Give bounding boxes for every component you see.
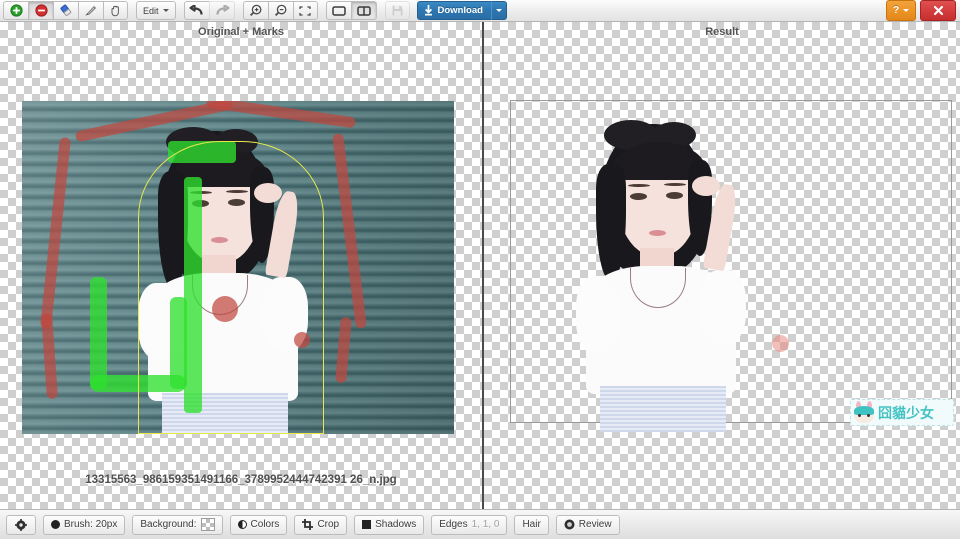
pen-tool[interactable] — [78, 1, 103, 20]
brush-label: Brush: 20px — [64, 519, 118, 530]
save-button[interactable] — [384, 1, 410, 20]
panel-divider[interactable] — [482, 22, 484, 509]
result-cutout — [558, 120, 764, 435]
zoom-in-button[interactable] — [242, 1, 268, 20]
filename-label: 13315563_986159351491166_378995244474239… — [85, 474, 397, 486]
edges-button[interactable]: Edges 1, 1, 0 — [431, 514, 508, 535]
foreground-mark-stroke — [90, 277, 107, 389]
undo-button[interactable] — [183, 1, 209, 20]
colors-label: Colors — [250, 519, 280, 530]
pan-tool[interactable] — [103, 1, 128, 20]
download-label: Download — [437, 5, 483, 16]
gear-icon — [15, 518, 27, 531]
chevron-down-icon — [903, 9, 910, 12]
person-figure-cutout — [560, 120, 760, 435]
shadows-label: Shadows — [375, 519, 417, 530]
top-toolbar: Edit Download ? — [0, 0, 960, 22]
original-panel-title: Original + Marks — [198, 26, 284, 38]
eraser-tool[interactable] — [53, 1, 78, 20]
shadows-button[interactable]: Shadows — [354, 514, 425, 535]
split-pane-button[interactable] — [350, 1, 377, 20]
background-label: Background: — [140, 519, 197, 530]
tool-group-edit: Edit — [136, 1, 176, 21]
result-panel[interactable]: Result 囧貓少女 — [484, 22, 960, 509]
colors-button[interactable]: Colors — [229, 514, 288, 535]
fit-to-screen-button[interactable] — [292, 1, 318, 20]
background-button[interactable]: Background: — [132, 514, 223, 535]
download-options-button[interactable] — [490, 1, 507, 20]
watermark-text: 囧貓少女 — [878, 404, 934, 421]
hair-label: Hair — [522, 519, 541, 530]
residual-red-dot — [772, 335, 789, 352]
chevron-down-icon — [162, 9, 169, 12]
redo-button[interactable] — [208, 1, 235, 20]
tool-group-layout — [325, 1, 377, 21]
tool-group-save — [384, 1, 410, 21]
edit-menu-button[interactable]: Edit — [136, 1, 176, 20]
zoom-out-button[interactable] — [267, 1, 293, 20]
settings-button[interactable] — [6, 514, 36, 535]
crop-icon — [302, 519, 314, 530]
brush-dot-icon — [51, 520, 60, 529]
download-arrow-icon — [424, 5, 432, 16]
original-image[interactable] — [22, 101, 454, 434]
brush-size-button[interactable]: Brush: 20px — [43, 514, 126, 535]
tool-group-paint — [3, 1, 128, 21]
selection-outline — [138, 141, 324, 434]
crop-label: Crop — [317, 519, 340, 530]
remove-background-tool[interactable] — [28, 1, 53, 20]
crop-button[interactable]: Crop — [294, 514, 348, 535]
background-swatch[interactable] — [200, 518, 215, 531]
add-foreground-tool[interactable] — [3, 1, 28, 20]
result-panel-title: Result — [705, 26, 739, 38]
shadow-square-icon — [362, 520, 372, 529]
watermark-badge: 囧貓少女 — [850, 399, 954, 426]
edges-values: 1, 1, 0 — [471, 519, 500, 530]
help-label: ? — [892, 5, 900, 16]
single-pane-button[interactable] — [325, 1, 351, 20]
close-button[interactable] — [920, 0, 956, 21]
download-button[interactable]: Download — [416, 1, 491, 20]
contrast-circle-icon — [237, 520, 247, 529]
tool-group-history — [183, 1, 235, 21]
edit-menu-label: Edit — [143, 5, 159, 16]
close-icon — [933, 5, 943, 16]
mascot-avatar-icon — [853, 401, 875, 424]
tool-group-zoom — [242, 1, 318, 21]
chevron-down-icon — [495, 9, 502, 12]
edges-label: Edges — [439, 519, 468, 530]
review-button[interactable]: Review — [555, 514, 620, 535]
original-panel[interactable]: Original + Marks 13315563_98615935149116… — [0, 22, 482, 509]
review-eye-icon — [564, 519, 575, 530]
hair-button[interactable]: Hair — [514, 514, 549, 535]
download-group: Download — [416, 1, 507, 20]
review-label: Review — [578, 519, 612, 530]
bottom-toolbar: Brush: 20px Background: Colors Crop Shad… — [0, 509, 960, 539]
help-button[interactable]: ? — [886, 0, 916, 21]
canvas-area: Original + Marks 13315563_98615935149116… — [0, 22, 960, 509]
